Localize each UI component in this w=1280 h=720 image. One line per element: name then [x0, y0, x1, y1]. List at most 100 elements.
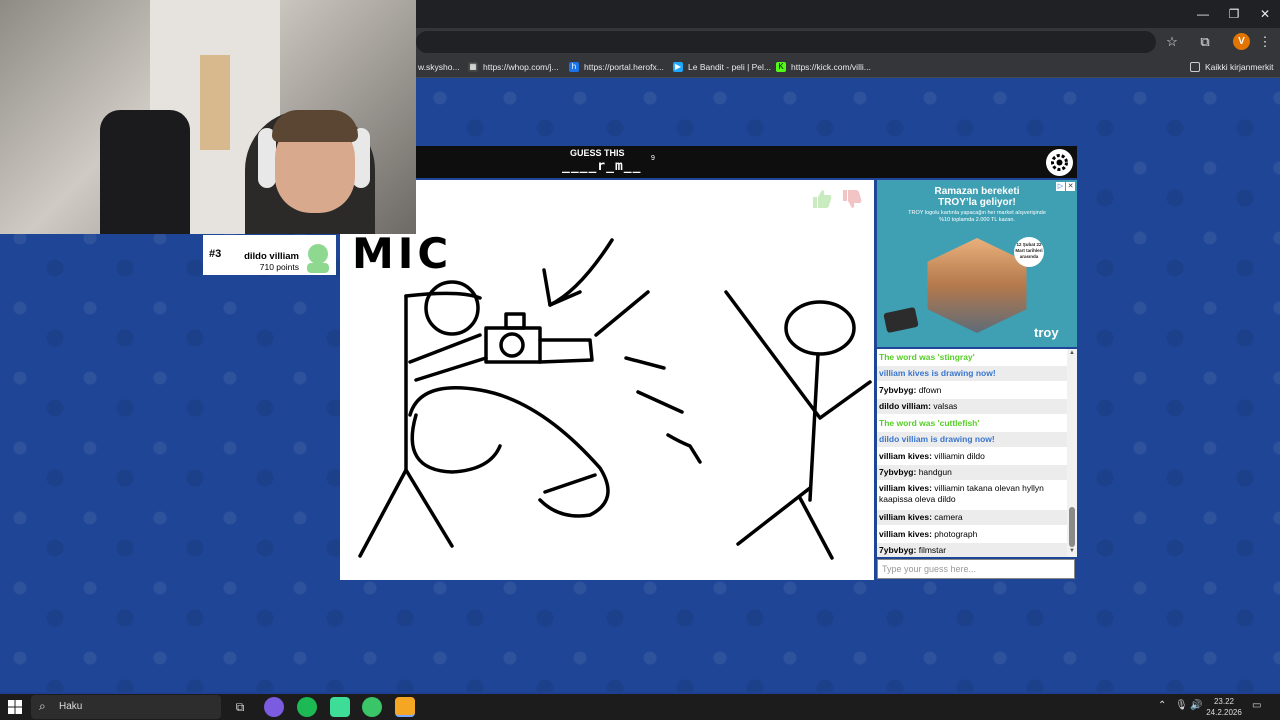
ad-subtitle: TROY logolu kartınla yapacağın her marke… [908, 210, 1046, 223]
chat-user: villiam kives: [879, 483, 932, 493]
folder-icon [1190, 62, 1200, 72]
webcam-door [200, 55, 230, 150]
ad-title-line2: TROY’la geliyor! [938, 197, 1016, 208]
all-bookmarks-label: Kaikki kirjanmerkit [1205, 62, 1274, 72]
discord-icon[interactable] [264, 697, 284, 717]
notifications-icon[interactable]: ▭ [1252, 700, 1261, 711]
address-field[interactable] [416, 31, 1156, 53]
chat-user: dildo villiam: [879, 401, 931, 411]
close-icon[interactable]: ✕ [1250, 4, 1280, 24]
chat-text: camera [934, 512, 963, 522]
thumbs-up-icon[interactable] [810, 187, 834, 211]
chat-message: villiam kives: camera [877, 510, 1067, 525]
chat-text: filmstar [918, 545, 947, 555]
chat-text: villiamin dildo [934, 451, 985, 461]
drawing-canvas[interactable]: MIC [340, 180, 874, 580]
settings-gear-icon[interactable] [1046, 149, 1073, 176]
chat-user: 7ybvbyg: [879, 545, 917, 555]
extensions-icon[interactable]: ⧉ [1196, 33, 1214, 51]
play-icon: ▶ [673, 62, 683, 72]
ad-badge: 12 Şubat 22 Mart tarihleri arasında [1014, 237, 1044, 267]
scroll-down-icon[interactable]: ▼ [1068, 548, 1076, 554]
search-label: Haku [59, 701, 83, 712]
menu-icon[interactable]: ⋮ [1256, 33, 1274, 51]
task-view-icon[interactable]: ⧉ [230, 697, 250, 717]
chat-message: dildo villiam is drawing now! [877, 432, 1067, 447]
clock-time: 23.22 [1213, 697, 1235, 706]
minimize-icon[interactable]: — [1188, 4, 1218, 24]
chat-user: 7ybvbyg: [879, 385, 917, 395]
bookmark-item[interactable]: w.skysho... [418, 60, 460, 74]
bookmark-label: w.skysho... [418, 62, 460, 72]
chat-user: villiam kives: [879, 512, 932, 522]
bookmark-label: https://whop.com/j... [483, 62, 559, 72]
chat-message: villiam kives: photograph [877, 527, 1067, 542]
app-icon[interactable] [330, 697, 350, 717]
drawing: MIC [352, 229, 872, 560]
scroll-up-icon[interactable]: ▲ [1068, 350, 1076, 356]
ad-title: Ramazan bereketi TROY’la geliyor! [877, 186, 1077, 208]
bookmark-item[interactable]: ▦ https://whop.com/j... [468, 60, 559, 74]
whop-icon: ▦ [468, 62, 478, 72]
letter-count: 9 [651, 155, 655, 162]
ad-info-icon[interactable]: ▷ [1056, 182, 1065, 191]
chat-message: villiam kives: villiamin dildo [877, 449, 1067, 464]
spotify-icon[interactable] [297, 697, 317, 717]
chat-user: 7ybvbyg: [879, 467, 917, 477]
ad-title-line1: Ramazan bereketi [934, 186, 1020, 197]
webcam-chair [100, 110, 190, 234]
bookmark-item[interactable]: K https://kick.com/villi... [776, 60, 871, 74]
chat-message: villiam kives: villiamin takana olevan h… [877, 481, 1067, 507]
chat-text: handgun [918, 467, 952, 477]
webcam-hair [272, 110, 358, 142]
app-icon[interactable] [362, 697, 382, 717]
all-bookmarks[interactable]: Kaikki kirjanmerkit [1190, 60, 1274, 74]
player-name: dildo villiam [244, 251, 299, 262]
taskbar-clock[interactable]: 23.22 24.2.2026 [1204, 696, 1244, 718]
browser-app-icon[interactable] [395, 697, 415, 717]
game-header: GUESS THIS ____r_m__ 9 [340, 146, 1077, 178]
player-card[interactable]: #3 dildo villiam 710 points [203, 235, 336, 275]
guess-label: GUESS THIS [570, 148, 625, 158]
ad-credit-card [883, 306, 919, 334]
ad-close-icon[interactable]: ✕ [1066, 182, 1075, 191]
star-icon[interactable]: ☆ [1163, 33, 1181, 51]
chat-message: 7ybvbyg: dfown [877, 383, 1067, 398]
ad-brand: troy [1034, 325, 1059, 340]
bookmark-label: https://kick.com/villi... [791, 62, 871, 72]
chat-message: 7ybvbyg: filmstar [877, 543, 1067, 557]
advertisement[interactable]: Ramazan bereketi TROY’la geliyor! TROY l… [877, 180, 1077, 347]
scroll-thumb[interactable] [1069, 507, 1075, 547]
chat-text: dfown [918, 385, 942, 395]
tray-chevron-icon[interactable]: ⌃ [1158, 700, 1166, 711]
word-hint: ____r_m__ [562, 159, 642, 174]
herofx-icon: h [569, 62, 579, 72]
search-icon: ⌕ [39, 699, 46, 713]
bookmark-item[interactable]: h https://portal.herofx... [569, 60, 664, 74]
taskbar-search[interactable]: ⌕ Haku [31, 695, 221, 719]
canvas-text: MIC [352, 229, 452, 278]
chat-text: photograph [934, 529, 978, 539]
player-points: 710 points [259, 262, 299, 272]
bookmark-item[interactable]: ▶ Le Bandit - peli | Pel... [673, 60, 771, 74]
restore-icon[interactable]: ❐ [1219, 4, 1249, 24]
guess-input[interactable] [877, 559, 1075, 579]
volume-icon[interactable]: 🔊 [1190, 700, 1202, 711]
chat-user: villiam kives: [879, 529, 932, 539]
chat-message: villiam kives is drawing now! [877, 366, 1067, 381]
webcam-overlay [0, 0, 416, 234]
profile-avatar[interactable]: V [1233, 33, 1250, 50]
taskbar: ⌕ Haku ⧉ ⌃ 🎙 🔊 23.22 24.2.2026 ▭ [0, 694, 1280, 720]
chat-text: valsas [933, 401, 958, 411]
chat-user: villiam kives: [879, 451, 932, 461]
chat-message: 7ybvbyg: handgun [877, 465, 1067, 480]
clock-date: 24.2.2026 [1206, 708, 1242, 717]
windows-start-icon[interactable] [8, 700, 22, 714]
thumbs-down-icon[interactable] [840, 187, 864, 211]
chat-scrollbar[interactable]: ▲ ▼ [1067, 349, 1077, 557]
chat-message: The word was 'stingray' [879, 352, 975, 362]
kick-icon: K [776, 62, 786, 72]
chat-box: The word was 'stingray' villiam kives is… [877, 349, 1077, 557]
microphone-icon[interactable]: 🎙 [1175, 700, 1188, 711]
player-rank: #3 [209, 248, 222, 260]
